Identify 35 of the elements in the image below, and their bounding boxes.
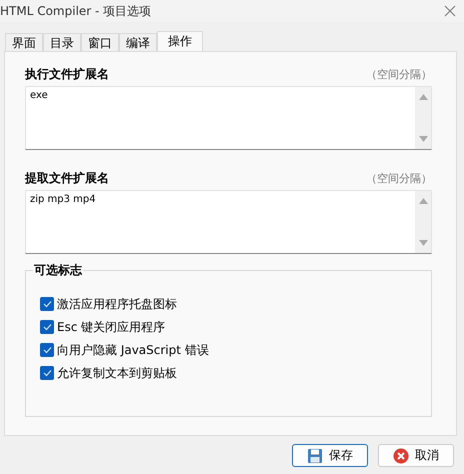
check-icon <box>42 300 52 308</box>
checkbox-label: 激活应用程序托盘图标 <box>57 296 177 312</box>
close-icon[interactable] <box>444 5 456 17</box>
cancel-icon <box>393 448 409 464</box>
scroll-up-arrow-icon[interactable] <box>418 94 428 100</box>
field-label: 执行文件扩展名 <box>25 66 109 82</box>
field-hint: （空间分隔） <box>366 66 432 82</box>
checkbox-label: 向用户隐藏 JavaScript 错误 <box>57 342 209 358</box>
scrollbar[interactable] <box>415 191 431 253</box>
checkbox[interactable] <box>40 343 54 357</box>
window-title: HTML Compiler - 项目选项 <box>0 2 152 20</box>
tab[interactable]: 编译 <box>119 33 157 52</box>
scroll-up-arrow-icon[interactable] <box>418 198 428 204</box>
check-icon <box>42 346 52 354</box>
checkbox[interactable] <box>40 320 54 334</box>
field-label: 提取文件扩展名 <box>25 170 109 186</box>
scroll-down-arrow-icon[interactable] <box>418 136 428 142</box>
check-icon <box>42 369 52 377</box>
group-title: 可选标志 <box>33 262 83 279</box>
field-hint: （空间分隔） <box>366 170 432 186</box>
checkbox-label: Esc 键关闭应用程序 <box>57 318 166 336</box>
text-area[interactable]: zip mp3 mp4 <box>25 190 432 254</box>
checkbox[interactable] <box>40 297 54 311</box>
text-area[interactable]: exe <box>25 86 432 150</box>
tab[interactable]: 窗口 <box>81 33 119 52</box>
scrollbar[interactable] <box>415 87 431 149</box>
save-button[interactable]: 保存 <box>292 444 368 467</box>
tab[interactable]: 操作 <box>157 31 203 52</box>
checkbox[interactable] <box>40 366 54 380</box>
check-icon <box>42 323 52 331</box>
checkbox-label: 允许复制文本到剪贴板 <box>57 364 177 382</box>
tab[interactable]: 目录 <box>43 33 81 52</box>
scroll-down-arrow-icon[interactable] <box>418 240 428 246</box>
cancel-button[interactable]: 取消 <box>378 444 454 467</box>
tab[interactable]: 界面 <box>5 33 43 52</box>
